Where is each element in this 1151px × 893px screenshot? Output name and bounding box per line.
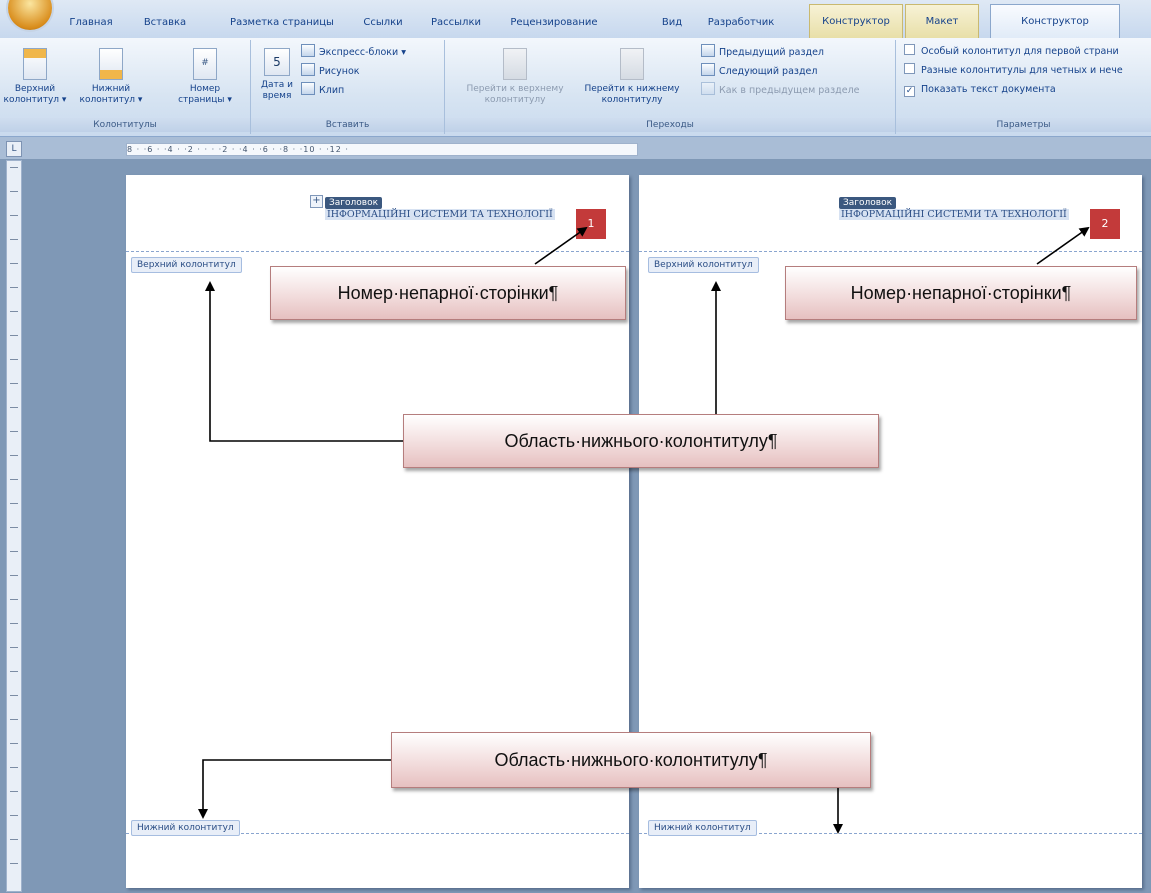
arrow-to-page-number-1 [534, 226, 588, 265]
callout-footer-area-bottom: Область·нижнього·колонтитулу¶ [391, 732, 871, 788]
arrow-to-footer-1 [198, 759, 391, 819]
callout-footer-area-middle: Область·нижнього·колонтитулу¶ [403, 414, 879, 468]
callout-odd-page-number-2: Номер·непарної·сторінки¶ [785, 266, 1137, 320]
arrow-to-page-number-2 [1036, 226, 1090, 265]
callout-odd-page-number-1: Номер·непарної·сторінки¶ [270, 266, 626, 320]
